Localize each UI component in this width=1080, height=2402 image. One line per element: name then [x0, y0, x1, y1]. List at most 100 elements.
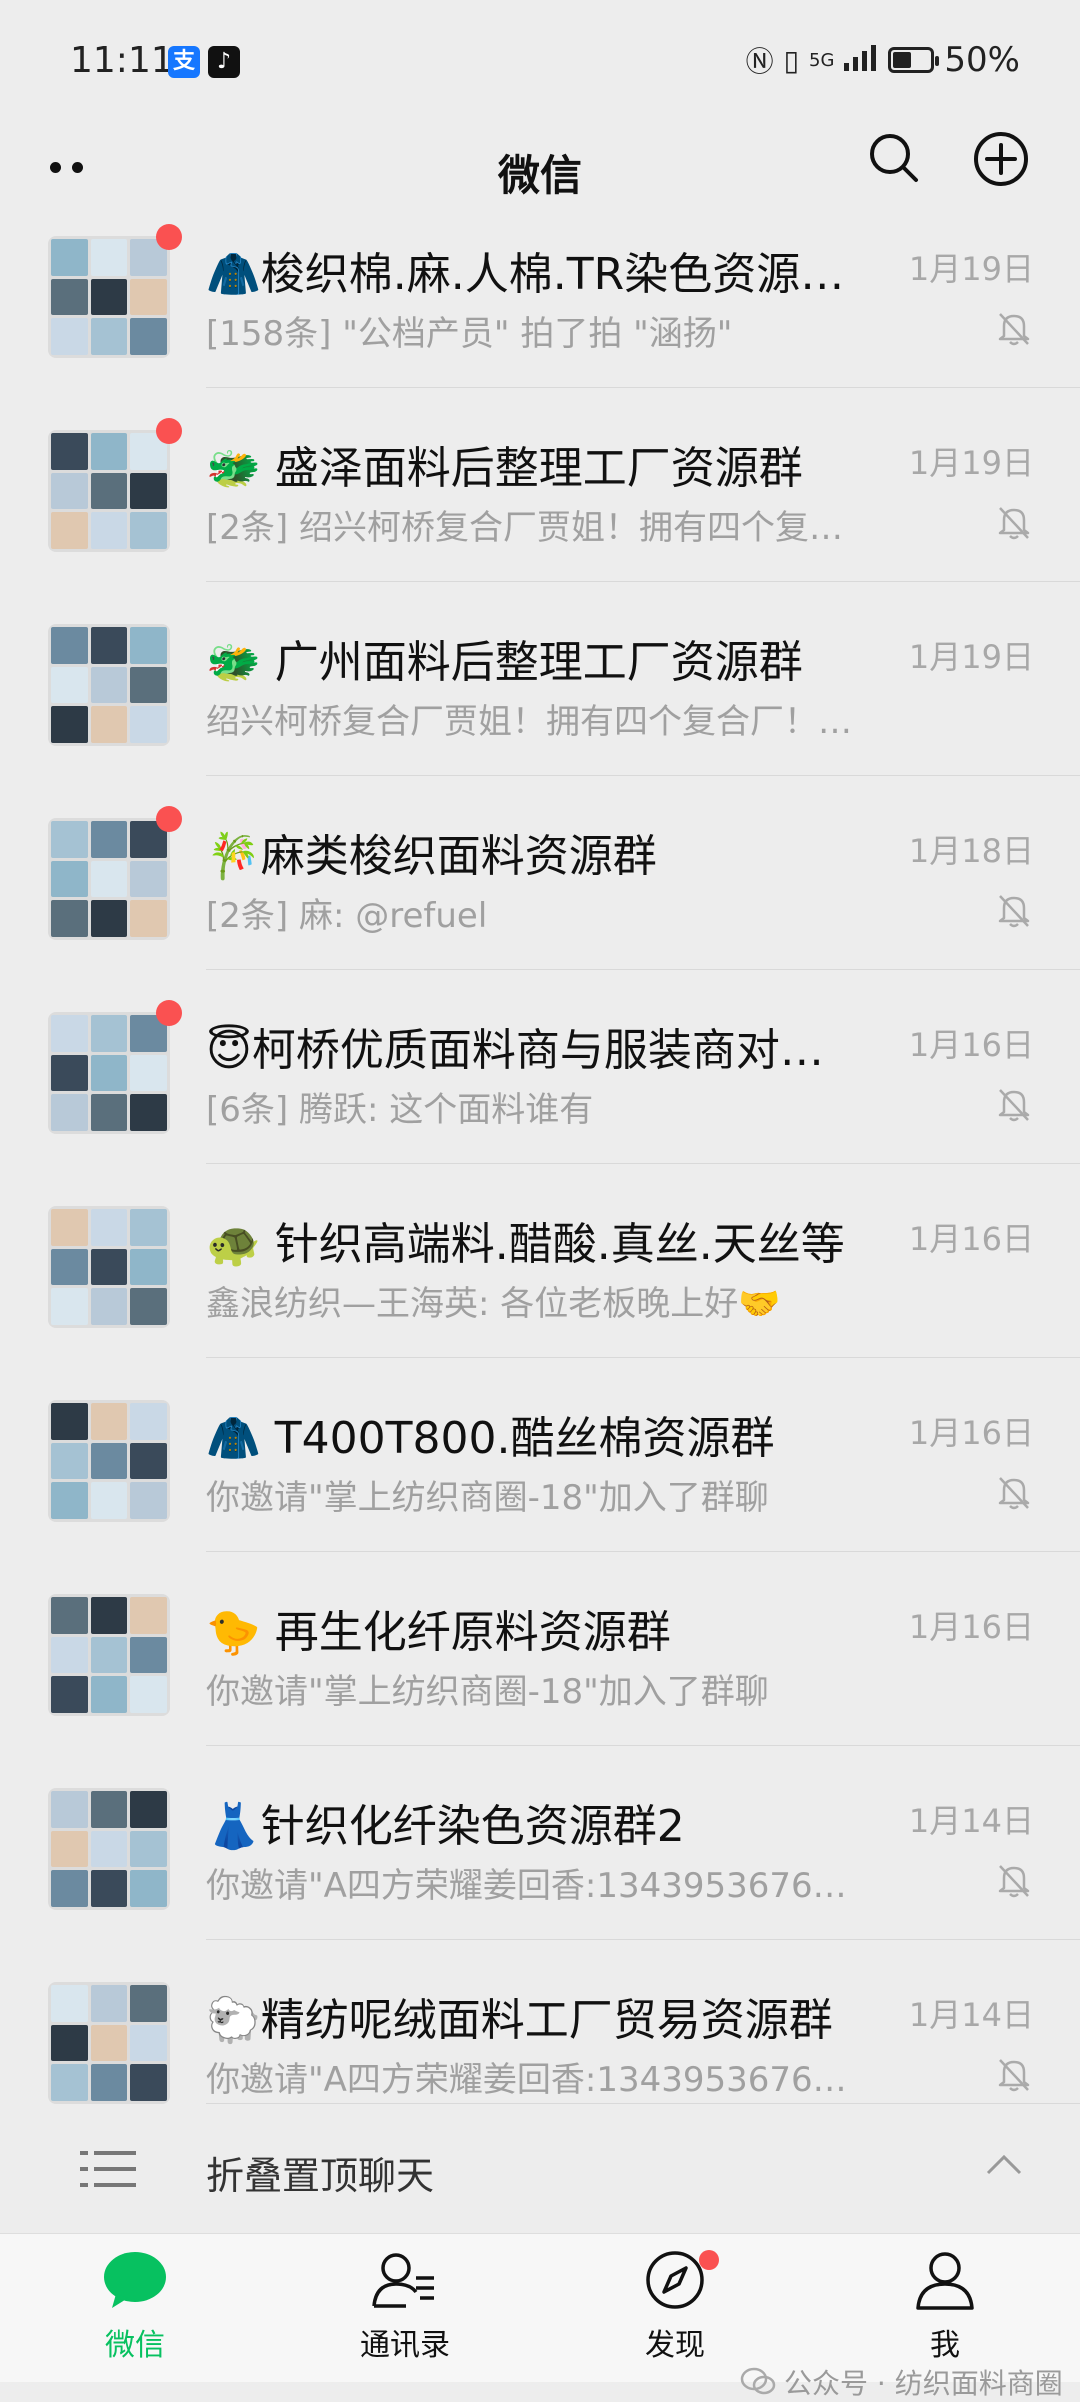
- search-icon[interactable]: [866, 130, 922, 186]
- network-label: 5G: [809, 49, 835, 71]
- chat-name-text: 柯桥优质面料商与服装商对…: [251, 1025, 824, 1076]
- chat-list-inner: 🧥梭织棉.麻.人棉.TR染色资源… 1月19日 [158条] "公档产员" 拍了拍 …: [0, 220, 1080, 2106]
- mute-bell-icon: [998, 2059, 1030, 2092]
- chat-name: 🐲 盛泽面料后整理工厂资源群: [206, 432, 866, 496]
- chat-row[interactable]: 🎋麻类梭织面料资源群 1月18日 [2条] 麻: @refuel: [0, 776, 1080, 970]
- chat-time: 1月18日: [908, 832, 1034, 870]
- chat-name: 🐲 广州面料后整理工厂资源群: [206, 626, 866, 690]
- chat-preview: [158条] "公档产员" 拍了拍 "涵扬": [206, 314, 733, 354]
- chat-time: 1月16日: [908, 1220, 1034, 1258]
- chat-name-text: 麻类梭织面料资源群: [260, 831, 657, 882]
- tab-me[interactable]: 我: [865, 2250, 1025, 2364]
- chat-time: 1月19日: [908, 250, 1034, 288]
- chat-row[interactable]: 😇柯桥优质面料商与服装商对… 1月16日 [6条] 腾跃: 这个面料谁有: [0, 970, 1080, 1164]
- chat-preview: [2条] 麻: @refuel: [206, 896, 488, 936]
- chat-preview: [6条] 腾跃: 这个面料谁有: [206, 1090, 594, 1130]
- chat-name: 😇柯桥优质面料商与服装商对…: [206, 1014, 866, 1078]
- battery-fill: [893, 52, 912, 68]
- chat-row[interactable]: 🧥梭织棉.麻.人棉.TR染色资源… 1月19日 [158条] "公档产员" 拍了拍 …: [0, 220, 1080, 388]
- chat-time: 1月19日: [908, 638, 1034, 676]
- tab-chats[interactable]: 微信: [55, 2250, 215, 2364]
- nfc-icon: Ⓝ: [745, 45, 774, 78]
- status-bar: 11:11 支 ♪ Ⓝ ▯ 5G 50%: [0, 0, 1080, 120]
- mute-bell-icon: [998, 313, 1030, 346]
- tab-label: 发现: [645, 2328, 705, 2363]
- tiktok-icon: ♪: [208, 46, 240, 78]
- unread-badge: [156, 418, 182, 444]
- person-icon: [916, 2252, 974, 2310]
- battery-icon: [888, 47, 940, 73]
- chat-name-text: 针织高端料.醋酸.真丝.天丝等: [260, 1219, 845, 1270]
- group-avatar: [48, 1206, 170, 1328]
- tab-label: 通讯录: [360, 2328, 450, 2363]
- watermark-text: 公众号 · 纺织面料商圈: [784, 2367, 1063, 2400]
- chat-preview: 你邀请"掌上纺织商圈-18"加入了群聊: [206, 1478, 769, 1518]
- chat-emoji: 👗: [206, 1801, 261, 1852]
- chat-time: 1月19日: [908, 444, 1034, 482]
- status-right: Ⓝ ▯ 5G 50%: [746, 40, 1020, 80]
- chat-time: 1月16日: [908, 1414, 1034, 1452]
- fold-label: 折叠置顶聊天: [206, 2154, 435, 2198]
- chat-row[interactable]: 👗针织化纤染色资源群2 1月14日 你邀请"A四方荣耀姜回香:13439536765…: [0, 1746, 1080, 1940]
- chat-row[interactable]: 🐲 盛泽面料后整理工厂资源群 1月19日 [2条] 绍兴柯桥复合厂贾姐！拥有四个复…: [0, 388, 1080, 582]
- chat-emoji: 🐢: [206, 1219, 261, 1270]
- chat-name-text: 广州面料后整理工厂资源群: [260, 637, 803, 688]
- chevron-up-icon[interactable]: [984, 2153, 1024, 2177]
- unread-badge: [156, 806, 182, 832]
- chat-row[interactable]: 🐲 广州面料后整理工厂资源群 1月19日绍兴柯桥复合厂贾姐！拥有四个复合厂！…: [0, 582, 1080, 776]
- mute-bell-icon: [998, 1477, 1030, 1510]
- chat-bubble-icon: [104, 2252, 166, 2308]
- chat-emoji: 🐑: [206, 1995, 261, 2046]
- chat-preview: 鑫浪纺织—王海英: 各位老板晚上好🤝: [206, 1284, 781, 1324]
- chat-row[interactable]: 🐑精纺呢绒面料工厂贸易资源群 1月14日 你邀请"A四方荣耀姜回香:13439536…: [0, 1940, 1080, 2106]
- unread-badge: [156, 224, 182, 250]
- chat-preview: 你邀请"A四方荣耀姜回香:13439536765"…: [206, 1866, 856, 1906]
- contacts-icon: [372, 2253, 434, 2308]
- list-icon: [80, 2151, 136, 2187]
- chat-name: 🐤 再生化纤原料资源群: [206, 1596, 866, 1660]
- group-avatar: [48, 1982, 170, 2104]
- chat-name-text: 梭织棉.麻.人棉.TR染色资源…: [260, 249, 845, 300]
- chat-row[interactable]: 🐢 针织高端料.醋酸.真丝.天丝等 1月16日鑫浪纺织—王海英: 各位老板晚上好🤝: [0, 1164, 1080, 1358]
- alipay-icon: 支: [168, 46, 200, 78]
- chat-name: 🐑精纺呢绒面料工厂贸易资源群: [206, 1984, 866, 2048]
- chat-row[interactable]: 🐤 再生化纤原料资源群 1月16日 你邀请"掌上纺织商圈-18"加入了群聊: [0, 1552, 1080, 1746]
- group-avatar: [48, 236, 170, 358]
- chat-time: 1月16日: [908, 1026, 1034, 1064]
- chat-emoji: 🐲: [206, 637, 261, 688]
- chat-preview: [2条] 绍兴柯桥复合厂贾姐！拥有四个复…: [206, 508, 843, 548]
- vibrate-icon: ▯: [783, 43, 800, 77]
- chat-name: 🐢 针织高端料.醋酸.真丝.天丝等: [206, 1208, 866, 1272]
- chat-preview: 绍兴柯桥复合厂贾姐！拥有四个复合厂！…: [206, 702, 852, 742]
- chat-emoji: 🐲: [206, 443, 261, 494]
- group-avatar: [48, 1594, 170, 1716]
- chat-name-text: 盛泽面料后整理工厂资源群: [260, 443, 803, 494]
- chat-emoji: 🧥: [206, 1413, 261, 1464]
- mute-bell-icon: [998, 1089, 1030, 1122]
- group-avatar: [48, 1400, 170, 1522]
- mute-bell-icon: [998, 507, 1030, 540]
- add-icon[interactable]: [972, 130, 1030, 188]
- chat-name-text: 再生化纤原料资源群: [260, 1607, 671, 1658]
- chat-emoji: 🎋: [206, 831, 261, 882]
- chat-name-text: 精纺呢绒面料工厂贸易资源群: [260, 1995, 833, 2046]
- fold-pinned-chats[interactable]: 折叠置顶聊天: [0, 2103, 1080, 2233]
- unread-badge: [156, 1000, 182, 1026]
- chat-preview: 你邀请"掌上纺织商圈-18"加入了群聊: [206, 1672, 769, 1712]
- chat-preview: 你邀请"A四方荣耀姜回香:13439536765"…: [206, 2060, 856, 2100]
- tab-contacts[interactable]: 通讯录: [325, 2250, 485, 2364]
- chat-name: 👗针织化纤染色资源群2: [206, 1790, 866, 1854]
- tab-discover[interactable]: 发现: [595, 2250, 755, 2364]
- chat-emoji: 😇: [206, 1025, 252, 1076]
- chat-list: 🧥梭织棉.麻.人棉.TR染色资源… 1月19日 [158条] "公档产员" 拍了拍 …: [0, 220, 1080, 2106]
- chat-emoji: 🐤: [206, 1607, 261, 1658]
- watermark: 公众号 · 纺织面料商圈: [740, 2362, 1063, 2402]
- chat-emoji: 🧥: [206, 249, 261, 300]
- discover-badge: [699, 2250, 719, 2270]
- group-avatar: [48, 624, 170, 746]
- group-avatar: [48, 430, 170, 552]
- group-avatar: [48, 818, 170, 940]
- chat-name-text: 针织化纤染色资源群2: [260, 1801, 685, 1852]
- chat-row[interactable]: 🧥 T400T800.酷丝棉资源群 1月16日 你邀请"掌上纺织商圈-18"加入了群…: [0, 1358, 1080, 1552]
- group-avatar: [48, 1012, 170, 1134]
